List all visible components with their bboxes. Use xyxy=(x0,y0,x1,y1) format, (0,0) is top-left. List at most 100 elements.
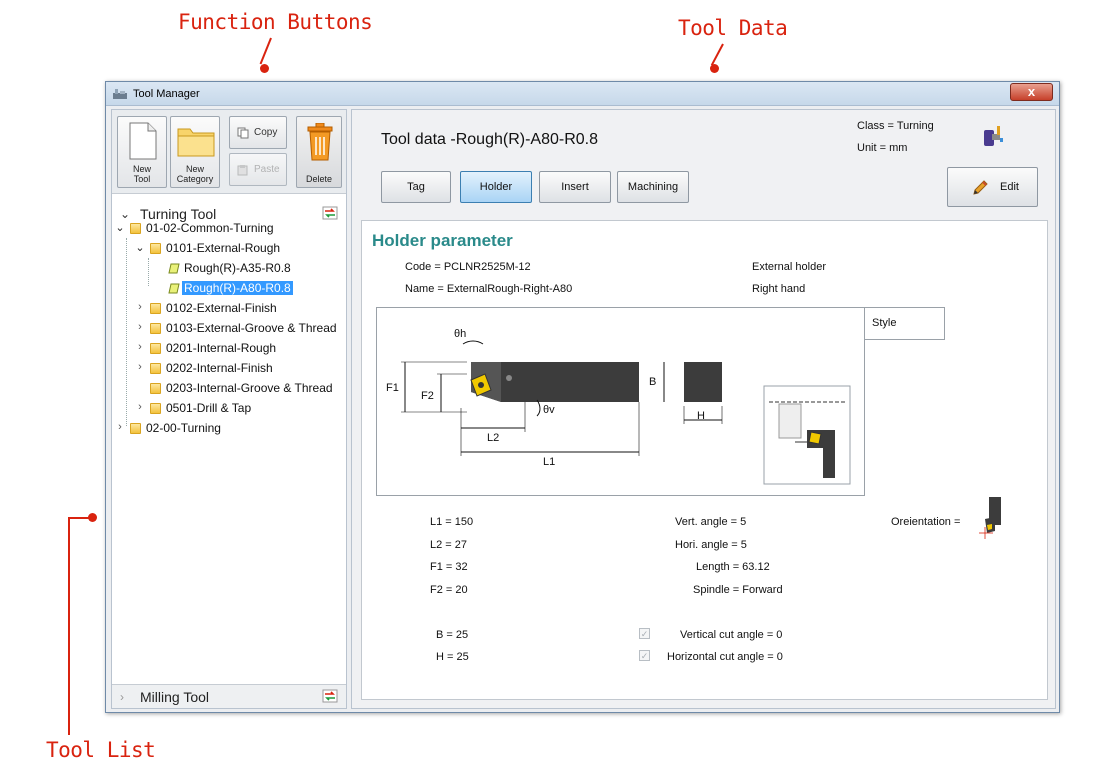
chevron-right-icon[interactable]: › xyxy=(134,341,146,353)
tree-node-internal-groove[interactable]: 0203-Internal-Groove & Thread xyxy=(112,380,342,398)
tree-node-external-groove[interactable]: › 0103-External-Groove & Thread xyxy=(112,320,342,338)
holder-diagram: θh F1 F2 B θv H L2 L1 xyxy=(376,307,865,496)
tab-holder[interactable]: Holder xyxy=(460,171,532,203)
tree-node-external-rough[interactable]: ⌄ 0101-External-Rough xyxy=(112,240,342,258)
callout-tool-list: Tool List xyxy=(46,738,156,762)
folder-icon xyxy=(150,243,161,254)
new-tool-button[interactable]: New Tool xyxy=(117,116,167,188)
tree-node-label: 0102-External-Finish xyxy=(166,301,277,315)
orientation-label: Oreientation = xyxy=(891,516,961,528)
tab-insert[interactable]: Insert xyxy=(539,171,611,203)
tool-data-panel: Tool data -Rough(R)-A80-R0.8 Class = Tur… xyxy=(351,109,1056,709)
param-length: Length = 63.12 xyxy=(696,561,770,573)
tool-tree: ⌄ 01-02-Common-Turning ⌄ 0101-External-R… xyxy=(112,220,346,690)
holder-hand: Right hand xyxy=(752,283,806,295)
title-bar: Tool Manager x xyxy=(106,82,1059,106)
chevron-right-icon: › xyxy=(120,690,124,704)
milling-tool-label: Milling Tool xyxy=(140,689,209,705)
tree-node-label: 0103-External-Groove & Thread xyxy=(166,321,337,335)
holder-drawing xyxy=(401,340,851,485)
chevron-right-icon[interactable]: › xyxy=(134,321,146,333)
paste-icon xyxy=(237,165,248,176)
callout-line-tool-data xyxy=(710,43,724,66)
tree-node-label: 0203-Internal-Groove & Thread xyxy=(166,381,333,395)
copy-button[interactable]: Copy xyxy=(229,116,287,149)
param-b: B = 25 xyxy=(436,629,469,641)
chevron-right-icon[interactable]: › xyxy=(114,421,126,433)
edit-label: Edit xyxy=(1000,181,1019,193)
swap-icon[interactable] xyxy=(322,206,338,220)
folder-icon xyxy=(130,223,141,234)
tree-node-rough-a35[interactable]: Rough(R)-A35-R0.8 xyxy=(112,260,342,278)
tree-node-label: 02-00-Turning xyxy=(146,421,221,435)
tree-node-drill-tap[interactable]: › 0501-Drill & Tap xyxy=(112,400,342,418)
param-horizontal-cut-angle: Horizontal cut angle = 0 xyxy=(667,651,783,663)
tree-node-label: 01-02-Common-Turning xyxy=(146,221,274,235)
label-l2: L2 xyxy=(487,432,500,444)
chevron-right-icon[interactable]: › xyxy=(134,361,146,373)
tree-node-turning[interactable]: › 02-00-Turning xyxy=(112,420,342,438)
label-h: H xyxy=(697,410,705,422)
insert-icon xyxy=(168,283,180,294)
label-theta-v: θv xyxy=(543,404,555,416)
label-f2: F2 xyxy=(421,390,434,402)
label-b: B xyxy=(649,376,657,388)
vertical-cut-checkbox[interactable]: ✓ xyxy=(639,628,650,639)
copy-label: Copy xyxy=(254,127,278,138)
tree-node-internal-finish[interactable]: › 0202-Internal-Finish xyxy=(112,360,342,378)
tree-node-internal-rough[interactable]: › 0201-Internal-Rough xyxy=(112,340,342,358)
style-box: Style xyxy=(864,307,945,340)
tree-node-rough-a80[interactable]: Rough(R)-A80-R0.8 xyxy=(112,280,342,298)
callout-line-tool-list-v xyxy=(68,517,70,735)
delete-button[interactable]: Delete xyxy=(296,116,342,188)
param-h: H = 25 xyxy=(436,651,469,663)
param-l1: L1 = 150 xyxy=(430,516,474,528)
swap-icon[interactable] xyxy=(322,689,338,703)
new-tool-label-1: New xyxy=(132,164,151,174)
tool-list-panel: New Tool New Category Copy Paste Delete … xyxy=(111,109,347,709)
edit-button[interactable]: Edit xyxy=(947,167,1038,207)
milling-tool-header[interactable]: › Milling Tool xyxy=(112,684,346,708)
tool-class: Class = Turning xyxy=(857,120,934,132)
label-f1: F1 xyxy=(386,382,399,394)
tree-node-label: 0101-External-Rough xyxy=(166,241,281,255)
chevron-right-icon[interactable]: › xyxy=(134,301,146,313)
tree-node-external-finish[interactable]: › 0102-External-Finish xyxy=(112,300,342,318)
folder-icon xyxy=(150,403,161,414)
tab-tag[interactable]: Tag xyxy=(381,171,451,203)
style-label: Style xyxy=(872,317,897,329)
document-icon xyxy=(129,122,157,160)
orientation-icon xyxy=(979,497,1001,539)
folder-icon xyxy=(150,343,161,354)
tool-manager-window: Tool Manager x New Tool New Category Cop… xyxy=(105,81,1060,713)
pencil-icon xyxy=(973,180,988,195)
insert-icon xyxy=(168,263,180,274)
folder-icon xyxy=(130,423,141,434)
tree-node-common-turning[interactable]: ⌄ 01-02-Common-Turning xyxy=(112,220,342,238)
chevron-right-icon[interactable]: › xyxy=(134,401,146,413)
param-hori-angle: Hori. angle = 5 xyxy=(675,539,747,551)
holder-type: External holder xyxy=(752,261,826,273)
new-category-button[interactable]: New Category xyxy=(170,116,220,188)
param-l2: L2 = 27 xyxy=(430,539,468,551)
app-icon xyxy=(113,89,127,99)
paste-button[interactable]: Paste xyxy=(229,153,287,186)
trash-icon xyxy=(307,123,333,161)
new-category-label-1: New xyxy=(185,164,204,174)
horizontal-cut-checkbox[interactable]: ✓ xyxy=(639,650,650,661)
tool-unit: Unit = mm xyxy=(857,142,908,154)
copy-icon xyxy=(237,127,249,139)
folder-icon xyxy=(150,383,161,394)
close-button[interactable]: x xyxy=(1010,83,1053,101)
tab-machining[interactable]: Machining xyxy=(617,171,689,203)
tree-node-label: 0201-Internal-Rough xyxy=(166,341,277,355)
chevron-down-icon[interactable]: ⌄ xyxy=(134,241,146,254)
folder-icon xyxy=(177,128,215,157)
function-toolbar: New Tool New Category Copy Paste Delete xyxy=(112,110,346,194)
label-theta-h: θh xyxy=(454,328,467,340)
chevron-down-icon[interactable]: ⌄ xyxy=(114,221,126,234)
paste-label: Paste xyxy=(254,164,280,175)
tree-node-label: 0202-Internal-Finish xyxy=(166,361,273,375)
folder-icon xyxy=(150,323,161,334)
folder-icon xyxy=(150,303,161,314)
